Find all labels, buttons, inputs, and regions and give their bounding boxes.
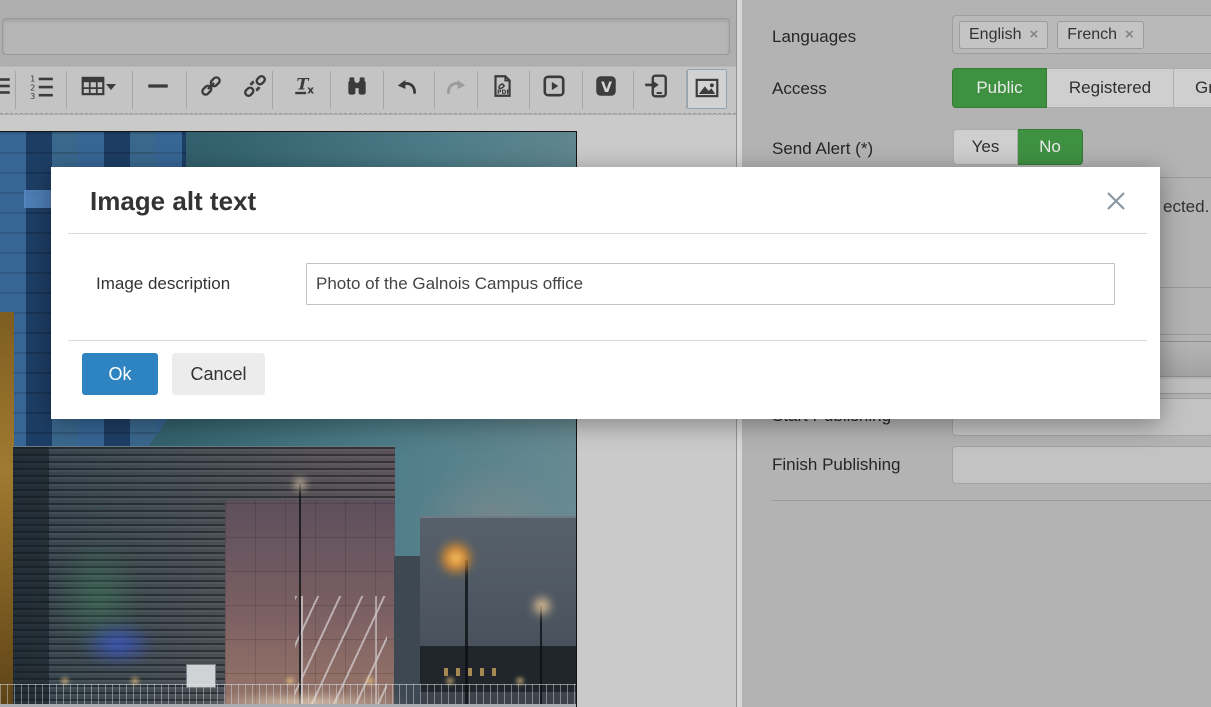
vimeo-icon[interactable]: V	[593, 73, 619, 99]
access-group-button[interactable]: Gr	[1174, 68, 1211, 108]
remove-link-icon[interactable]	[242, 73, 268, 99]
toolbar-separator	[434, 71, 435, 109]
send-alert-label: Send Alert (*)	[772, 139, 873, 159]
editor-toolbar: 123	[0, 66, 736, 114]
dialog-divider	[68, 340, 1147, 341]
toolbar-separator	[132, 71, 133, 109]
svg-text:3: 3	[30, 91, 35, 99]
language-tag[interactable]: French ×	[1057, 21, 1144, 49]
insert-link-icon[interactable]	[198, 73, 224, 99]
article-title-input[interactable]	[2, 18, 730, 55]
clear-formatting-icon[interactable]: T x	[292, 73, 318, 99]
table-icon[interactable]	[80, 73, 106, 99]
ordered-list-icon[interactable]: 123	[29, 73, 55, 99]
tag-remove-icon[interactable]: ×	[1125, 26, 1134, 43]
send-alert-button-group: Yes No	[953, 129, 1083, 165]
send-alert-no-button[interactable]: No	[1018, 129, 1083, 165]
svg-text:V: V	[601, 80, 612, 96]
toolbar-separator	[272, 71, 273, 109]
street-lamp-glow	[530, 594, 554, 618]
dialog-close-button[interactable]	[1101, 187, 1131, 217]
street-lamp-glow	[292, 476, 308, 492]
toolbar-separator	[383, 71, 384, 109]
toolbar-separator	[633, 71, 634, 109]
obscured-status-text: ected.	[1163, 197, 1209, 217]
toolbar-separator	[582, 71, 583, 109]
languages-tagbox[interactable]: English × French ×	[952, 15, 1211, 54]
close-icon	[1105, 200, 1127, 215]
access-button-group: Public Registered Gr	[952, 68, 1211, 108]
sidebar-divider	[772, 500, 1211, 501]
street-lamp-glow	[437, 539, 475, 577]
dialog-divider	[68, 233, 1147, 234]
ok-button[interactable]: Ok	[82, 353, 158, 395]
toolbar-separator	[186, 71, 187, 109]
languages-label: Languages	[772, 27, 856, 47]
toolbar-separator	[15, 71, 16, 109]
language-tag-label: English	[969, 26, 1021, 44]
access-registered-button[interactable]: Registered	[1047, 68, 1174, 108]
redo-icon[interactable]	[443, 73, 469, 99]
find-replace-icon[interactable]	[344, 73, 370, 99]
page: 123	[0, 0, 1211, 707]
toolbar-separator	[66, 71, 67, 109]
insert-media-icon[interactable]	[541, 73, 567, 99]
horizontal-rule-icon[interactable]	[145, 73, 171, 99]
toolbar-separator	[330, 71, 331, 109]
mobile-login-icon[interactable]	[643, 73, 669, 99]
toolbar-separator	[529, 71, 530, 109]
dialog-title: Image alt text	[90, 186, 256, 217]
access-public-button[interactable]: Public	[952, 68, 1047, 108]
bullet-list-icon[interactable]	[0, 73, 13, 99]
table-caret-icon[interactable]	[105, 73, 117, 99]
language-tag[interactable]: English ×	[959, 21, 1048, 49]
insert-image-icon[interactable]	[694, 75, 720, 101]
send-alert-yes-button[interactable]: Yes	[953, 129, 1018, 165]
export-pdf-icon[interactable]: PDF	[489, 73, 515, 99]
image-description-input[interactable]	[306, 263, 1115, 305]
undo-icon[interactable]	[394, 73, 420, 99]
access-label: Access	[772, 79, 827, 99]
svg-text:x: x	[307, 84, 314, 97]
svg-text:PDF: PDF	[497, 89, 510, 96]
gold-facade-sliver	[0, 312, 14, 707]
finish-publishing-input[interactable]	[952, 446, 1211, 484]
toolbar-separator	[477, 71, 478, 109]
tag-remove-icon[interactable]: ×	[1029, 26, 1038, 43]
image-alt-text-dialog: Image alt text Image description Ok Canc…	[51, 167, 1160, 419]
finish-publishing-label: Finish Publishing	[772, 455, 901, 475]
language-tag-label: French	[1067, 26, 1117, 44]
cancel-button[interactable]: Cancel	[172, 353, 265, 395]
image-description-label: Image description	[96, 274, 230, 294]
